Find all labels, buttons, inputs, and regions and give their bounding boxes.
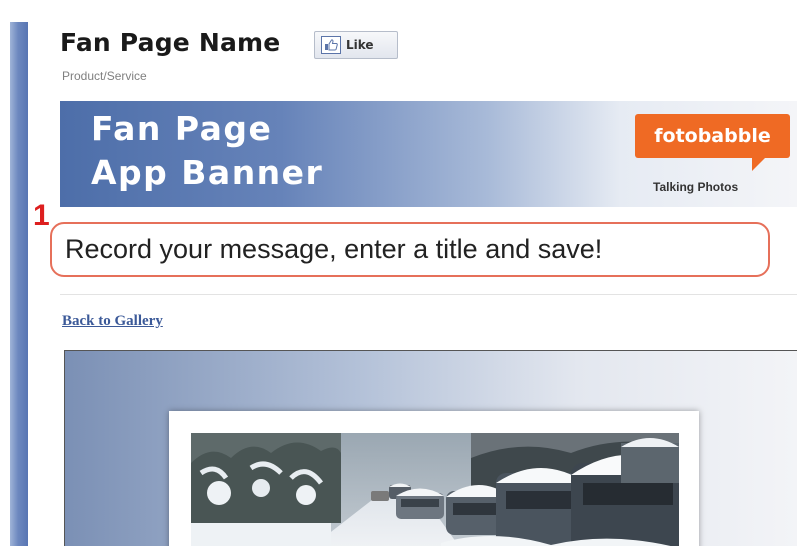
banner-title: Fan Page App Banner	[91, 107, 323, 195]
app-banner: Fan Page App Banner fotobabble Talking P…	[60, 101, 797, 207]
page-category: Product/Service	[62, 69, 147, 83]
fotobabble-logo: fotobabble	[635, 114, 790, 158]
back-to-gallery-link[interactable]: Back to Gallery	[62, 313, 163, 330]
photo-card	[169, 411, 699, 546]
photo-stage	[64, 350, 797, 546]
like-label: Like	[346, 38, 374, 52]
left-margin	[0, 0, 10, 546]
divider	[60, 294, 797, 295]
snowy-street-photo[interactable]	[191, 433, 679, 546]
page-title: Fan Page Name	[60, 28, 281, 57]
brand-tagline: Talking Photos	[653, 180, 739, 194]
instruction-text: Record your message, enter a title and s…	[65, 234, 603, 264]
like-box-icon	[321, 36, 341, 54]
banner-title-line-1: Fan Page	[91, 109, 273, 148]
like-button[interactable]: Like	[314, 31, 398, 59]
step-number: 1	[33, 199, 50, 232]
speech-bubble-tail	[752, 157, 766, 171]
left-sidebar-rail	[10, 22, 28, 546]
banner-title-line-2: App Banner	[91, 153, 324, 192]
instruction-callout: Record your message, enter a title and s…	[50, 222, 770, 277]
